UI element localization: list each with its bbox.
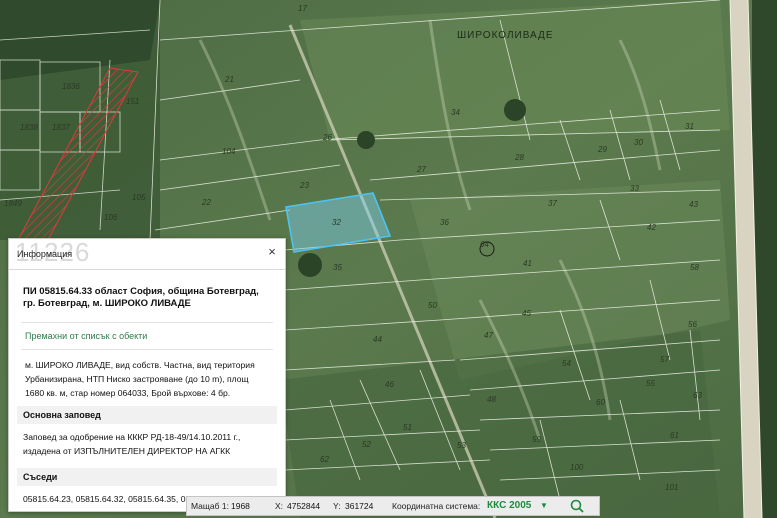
parcel-label: 105	[132, 193, 146, 202]
info-panel-header: 11226 Информация ×	[9, 237, 285, 270]
parcel-label: 48	[487, 395, 496, 404]
parcel-label: 45	[522, 309, 531, 318]
parcel-label: 35	[333, 263, 342, 272]
remove-from-list-link[interactable]: Премахни от списък с обекти	[9, 329, 285, 343]
y-label: Y:	[333, 501, 341, 511]
scale-label: Мащаб 1:	[191, 501, 229, 511]
parcel-label: 58	[690, 263, 699, 272]
chevron-down-icon[interactable]: ▼	[540, 501, 548, 510]
parcel-label: 28	[514, 153, 524, 162]
parcel-label: 21	[224, 75, 234, 84]
parcel-label: 30	[634, 138, 643, 147]
parcel-label: 64	[480, 240, 489, 249]
parcel-title: ПИ 05815.64.33 област София, община Боте…	[23, 286, 259, 309]
parcel-label: 101	[665, 483, 678, 492]
parcel-label: 23	[299, 181, 309, 190]
info-panel: 11226 Информация × ПИ 05815.64.33 област…	[8, 237, 286, 512]
parcel-label: 36	[440, 218, 449, 227]
parcel-label: 52	[362, 440, 371, 449]
parcel-label: 61	[670, 431, 679, 440]
parcel-label: 106	[104, 213, 118, 222]
parcel-label: 32	[332, 218, 341, 227]
parcel-label: 1838	[20, 123, 38, 132]
parcel-label: 1849	[4, 199, 22, 208]
parcel-label: 100	[570, 463, 584, 472]
close-icon[interactable]: ×	[265, 245, 279, 259]
parcel-label: 33	[630, 184, 639, 193]
parcel-label: 37	[548, 199, 557, 208]
parcel-label: 104	[222, 147, 236, 156]
parcel-label: 46	[385, 380, 394, 389]
tree-clump	[298, 253, 322, 277]
parcel-label: 51	[403, 423, 412, 432]
parcel-label: 41	[523, 259, 532, 268]
parcel-label: 59	[532, 435, 541, 444]
parcel-label: 34	[451, 108, 460, 117]
status-bar: Мащаб 1: 1968 X: 4752844 Y: 361724 Коорд…	[186, 496, 600, 516]
coordinate-system-label: Координатна система:	[392, 501, 481, 511]
divider	[21, 322, 273, 323]
parcel-label: 1837	[52, 123, 70, 132]
parcel-label: 1836	[62, 82, 80, 91]
parcel-label: 54	[562, 359, 571, 368]
parcel-label: 47	[484, 331, 493, 340]
parcel-label: 62	[320, 455, 329, 464]
section-header-order: Основна заповед	[17, 406, 277, 424]
parcel-label: 57	[660, 355, 669, 364]
parcel-label: 26	[322, 133, 332, 142]
coordinate-system-value[interactable]: ККС 2005	[487, 500, 531, 511]
parcel-label: 29	[597, 145, 607, 154]
tree-clump	[357, 131, 375, 149]
tree-clump	[504, 99, 526, 121]
parcel-label: 56	[688, 320, 697, 329]
parcel-label: 50	[428, 301, 437, 310]
parcel-label: 44	[373, 335, 382, 344]
parcel-label: 55	[646, 379, 655, 388]
parcel-label: 151	[126, 97, 139, 106]
parcel-label: 27	[416, 165, 426, 174]
y-coordinate: 361724	[345, 501, 374, 511]
parcel-label: 60	[596, 398, 605, 407]
divider	[21, 349, 273, 350]
parcel-label: 17	[298, 4, 307, 13]
parcel-description: м. ШИРОКО ЛИВАДЕ, вид собств. Частна, ви…	[25, 360, 255, 398]
parcel-label: 22	[201, 198, 211, 207]
x-coordinate: 4752844	[287, 501, 321, 511]
search-icon[interactable]	[557, 497, 597, 515]
parcel-label: 63	[693, 391, 702, 400]
info-panel-title: Информация	[17, 249, 73, 259]
parcel-label: 43	[689, 200, 698, 209]
scale-value[interactable]: 1968	[231, 501, 250, 511]
parcel-label: 42	[647, 223, 656, 232]
x-label: X:	[275, 501, 284, 511]
locality-label: ШИРОКОЛИВАДЕ	[457, 30, 554, 41]
section-header-neighbours: Съседи	[17, 468, 277, 486]
order-text: Заповед за одобрение на КККР РД-18-49/14…	[23, 432, 241, 456]
parcel-label: 31	[685, 122, 694, 131]
parcel-label: 53	[457, 441, 466, 450]
